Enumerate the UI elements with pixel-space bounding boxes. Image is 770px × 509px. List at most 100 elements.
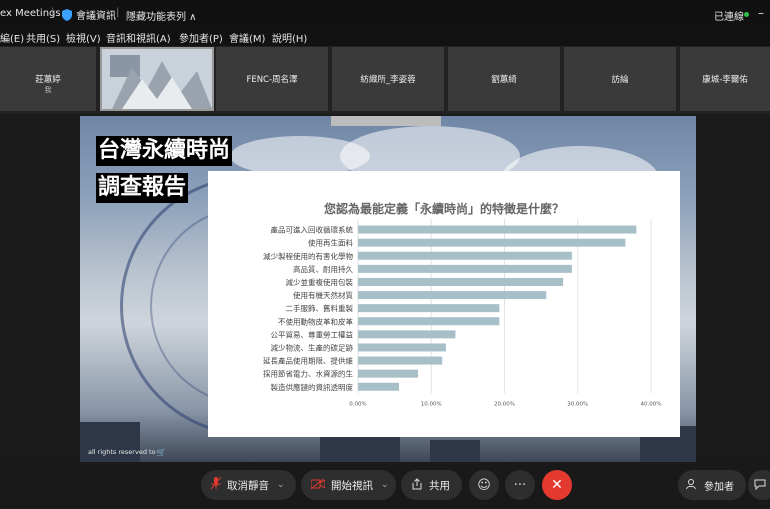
menu-participants[interactable]: 參加者(P) bbox=[179, 30, 223, 45]
participant-tile[interactable]: 訪綸 bbox=[564, 47, 676, 111]
menu-audio-video[interactable]: 音訊和視訊(A) bbox=[106, 30, 171, 45]
bar bbox=[358, 225, 637, 234]
chat-icon bbox=[754, 478, 766, 493]
category-label: 製造供應鏈的資訊透明度 bbox=[271, 382, 354, 392]
participant-name: 莊蕙婷 bbox=[35, 75, 61, 85]
menu-edit[interactable]: 編(E) bbox=[0, 30, 24, 45]
participant-tile[interactable]: 紡織所_李姿蓉 bbox=[332, 47, 444, 111]
chat-button[interactable] bbox=[748, 470, 770, 500]
connected-dot-icon bbox=[744, 12, 749, 17]
chevron-down-icon[interactable]: ⌄ bbox=[381, 480, 389, 490]
menu-bar: 編(E) 共用(S) 檢視(V) 音訊和視訊(A) 參加者(P) 會議(M) 說… bbox=[0, 26, 770, 46]
participant-self-tag: 我 bbox=[44, 86, 52, 94]
x-tick-label: 40.00% bbox=[641, 401, 662, 407]
participants-panel-button[interactable]: 參加者 bbox=[678, 470, 746, 500]
participant-video-tile[interactable] bbox=[100, 47, 214, 111]
category-label: 減少並重複使用包裝 bbox=[286, 277, 354, 287]
category-label: 二手服飾、舊料重製 bbox=[286, 303, 354, 313]
person-icon bbox=[686, 478, 698, 493]
bar bbox=[358, 264, 572, 273]
video-preview-image bbox=[102, 49, 212, 109]
bar bbox=[358, 304, 500, 313]
bar bbox=[358, 277, 564, 286]
title-separator: | bbox=[51, 7, 55, 18]
connection-status: 已連線 bbox=[714, 12, 744, 23]
bar bbox=[358, 382, 400, 391]
participant-name: 紡織所_李姿蓉 bbox=[360, 75, 416, 85]
chart-card: 您認為最能定義「永續時尚」的特徵是什麼？ 0.00% 10.00% 20.00% 30.… bbox=[208, 171, 680, 437]
participant-name: 訪綸 bbox=[611, 75, 629, 85]
meeting-info-button[interactable]: 會議資訊 bbox=[62, 7, 116, 22]
building-image bbox=[320, 434, 400, 462]
menu-help[interactable]: 說明(H) bbox=[272, 30, 307, 45]
filmstrip-scroll-tab[interactable] bbox=[331, 116, 441, 126]
bar bbox=[358, 251, 572, 260]
more-options-button[interactable]: ··· bbox=[505, 470, 535, 500]
participant-name: 康城-李爾佑 bbox=[702, 75, 748, 85]
minimize-icon[interactable]: – bbox=[758, 6, 764, 20]
hide-menu-toggle[interactable]: 隱藏功能表列 ∧ bbox=[126, 8, 197, 23]
participant-tile[interactable]: 康城-李爾佑 bbox=[680, 47, 770, 111]
leave-meeting-button[interactable]: ✕ bbox=[542, 470, 572, 500]
close-icon: ✕ bbox=[551, 477, 563, 493]
participant-name: FENC-周名澤 bbox=[246, 75, 298, 85]
category-label: 延長產品使用期限、提供維 bbox=[263, 356, 353, 366]
start-video-button[interactable]: 開始視訊 ⌄ bbox=[301, 470, 396, 500]
background-cloud bbox=[230, 136, 370, 176]
participant-tile[interactable]: 劉蕙綺 bbox=[448, 47, 560, 111]
slide-title-line-1: 台灣永續時尚 bbox=[96, 136, 233, 166]
category-label: 產品可進入回收循環系統 bbox=[271, 225, 354, 235]
participant-tile[interactable]: FENC-周名澤 bbox=[216, 47, 328, 111]
shield-icon bbox=[62, 8, 72, 21]
unmute-button[interactable]: 取消靜音 ⌄ bbox=[201, 470, 296, 500]
share-label: 共用 bbox=[429, 479, 450, 492]
bar bbox=[358, 330, 456, 339]
building-image bbox=[80, 422, 140, 462]
participants-label: 參加者 bbox=[704, 481, 734, 493]
chevron-down-icon[interactable]: ⌄ bbox=[277, 480, 285, 490]
category-label: 使用有機天然材質 bbox=[293, 290, 353, 300]
bar bbox=[358, 238, 626, 247]
category-label: 使用再生面料 bbox=[308, 238, 353, 248]
x-tick-label: 30.00% bbox=[567, 401, 588, 407]
reactions-button[interactable]: ☺ bbox=[469, 470, 499, 500]
x-tick-label: 10.00% bbox=[421, 401, 442, 407]
category-label: 公平貿易、尊重勞工權益 bbox=[271, 329, 354, 339]
menu-meeting[interactable]: 會議(M) bbox=[229, 30, 265, 45]
bar bbox=[358, 356, 443, 365]
building-image bbox=[430, 440, 480, 462]
bar bbox=[358, 317, 500, 326]
bar bbox=[358, 343, 446, 352]
meeting-info-label: 會議資訊 bbox=[76, 11, 116, 22]
x-tick-label: 20.00% bbox=[494, 401, 515, 407]
x-tick-label: 0.00% bbox=[349, 401, 366, 407]
cart-logo-icon: 🛒 bbox=[156, 448, 166, 457]
title-bar: ex Meetings | 會議資訊 | 隱藏功能表列 ∧ 已連線 – bbox=[0, 0, 770, 26]
bar bbox=[358, 369, 419, 378]
slide-title-line-2: 調查報告 bbox=[96, 173, 189, 203]
unmute-label: 取消靜音 bbox=[227, 479, 269, 492]
share-button[interactable]: 共用 bbox=[401, 470, 462, 500]
smiley-icon: ☺ bbox=[477, 477, 491, 493]
share-icon bbox=[411, 477, 423, 493]
category-label: 不使用動物皮革和皮革 bbox=[278, 316, 353, 326]
webex-meeting-window: ex Meetings | 會議資訊 | 隱藏功能表列 ∧ 已連線 – 編(E)… bbox=[0, 0, 770, 509]
meeting-toolbar: 取消靜音 ⌄ 開始視訊 ⌄ 共用 ☺ ··· ✕ 參加者 bbox=[0, 462, 770, 509]
bar bbox=[358, 291, 547, 300]
participant-tile-self[interactable]: 莊蕙婷 我 bbox=[0, 47, 96, 111]
more-icon: ··· bbox=[513, 477, 527, 493]
category-label: 高品質、耐用持久 bbox=[293, 264, 353, 274]
title-separator: | bbox=[116, 7, 120, 18]
menu-share[interactable]: 共用(S) bbox=[26, 30, 60, 45]
video-off-icon bbox=[310, 478, 326, 492]
category-label: 減少製程使用的有害化學物 bbox=[263, 251, 353, 261]
participant-name: 劉蕙綺 bbox=[491, 75, 517, 85]
bar-chart: 您認為最能定義「永續時尚」的特徵是什麼？ 0.00% 10.00% 20.00% 30.… bbox=[263, 201, 662, 407]
menu-view[interactable]: 檢視(V) bbox=[66, 30, 101, 45]
category-label: 減少物流、生產的碳足跡 bbox=[271, 342, 354, 352]
chart-title: 您認為最能定義「永續時尚」的特徵是什麼？ bbox=[324, 201, 564, 216]
participant-strip: 莊蕙婷 我 FENC-周名澤 紡織所_李姿蓉 劉蕙綺 訪綸 康城-李爾佑 bbox=[0, 46, 770, 114]
mic-muted-icon bbox=[210, 476, 222, 493]
start-video-label: 開始視訊 bbox=[331, 479, 373, 492]
category-label: 採用節省電力、水資源的生 bbox=[263, 369, 353, 379]
